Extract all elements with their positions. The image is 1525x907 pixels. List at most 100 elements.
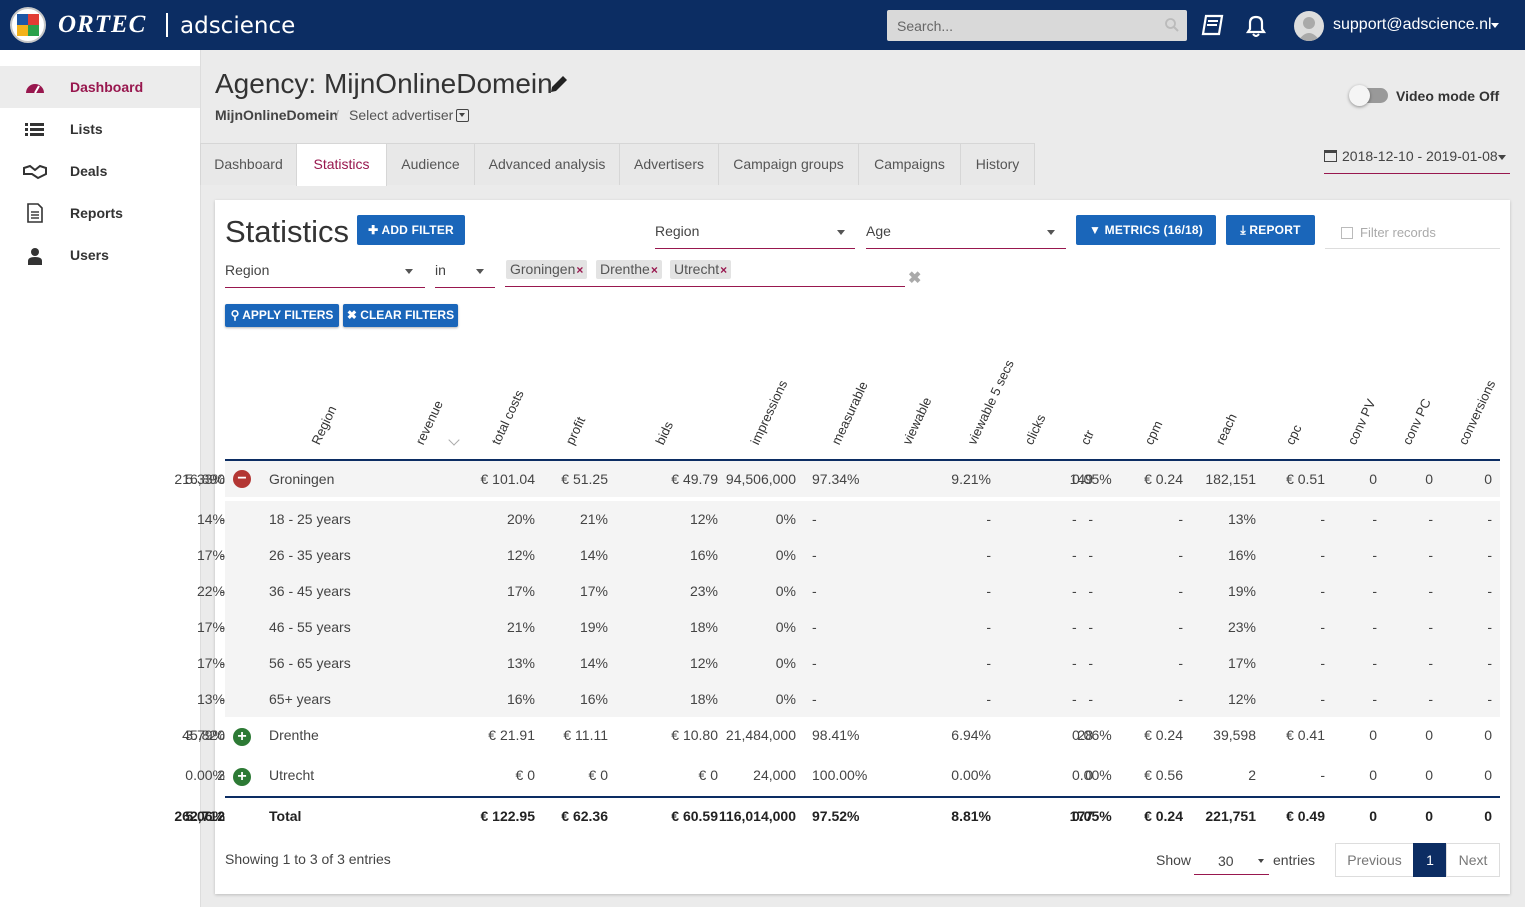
cell-ctr: 0.05% (1072, 471, 1112, 487)
total-row: Total € 122.95 € 62.36 € 60.59 116,014,000 26… (174, 799, 1500, 833)
sidebar-item-label: Dashboard (70, 79, 144, 95)
sidebar-item-users[interactable]: Users (0, 234, 200, 276)
close-icon: ✖ (346, 308, 361, 322)
cell-conv-pc: 0 (1425, 471, 1433, 487)
clear-filter-icon[interactable]: ✖ (908, 268, 921, 288)
remove-tag-icon[interactable]: × (576, 263, 583, 277)
cell-conv-pc: - (1428, 583, 1433, 599)
filter-tag: Drenthe× (596, 260, 662, 279)
ortec-logo[interactable] (10, 7, 46, 43)
product-name: adscience (180, 13, 296, 39)
sidebar-item-deals[interactable]: Deals (0, 150, 200, 192)
cell-cpm: - (1178, 691, 1183, 707)
caret-down-icon (837, 230, 845, 235)
table-row[interactable]: + Drenthe € 21.91 € 11.11 € 10.80 21,484,000 4… (182, 717, 1500, 757)
collapse-row-icon[interactable]: − (233, 470, 251, 488)
filter-records-placeholder: Filter records (1360, 225, 1436, 240)
table-row[interactable]: + Utrecht € 0 € 0 € 0 24,000 2 100.00% 0.00% 0.00… (185, 757, 1500, 797)
sidebar-item-label: Deals (70, 163, 108, 179)
expand-row-icon[interactable]: + (233, 768, 251, 786)
filter-records-input[interactable]: Filter records (1325, 217, 1500, 249)
caret-down-icon[interactable] (1491, 23, 1499, 28)
search-input[interactable] (887, 10, 1187, 41)
table-row: 26 - 35 years 12% 14% 16% 0% 17% - - - - - -16% - - - - (197, 537, 1500, 573)
sidebar-item-reports[interactable]: Reports (0, 192, 200, 234)
caret-down-icon (405, 269, 413, 274)
cell-measurable: 98.41% (812, 727, 860, 743)
cell-revenue: 13% (506, 655, 535, 671)
dropdown-icon[interactable] (456, 109, 469, 122)
remove-tag-icon[interactable]: × (651, 263, 658, 277)
apply-filters-button[interactable]: ⚲ APPLY FILTERS (225, 304, 339, 327)
report-button[interactable]: ⤓ REPORT (1226, 215, 1315, 245)
group-by-select-2[interactable]: Age (866, 215, 1066, 249)
tab-history[interactable]: History (960, 143, 1035, 185)
filter-field-value: Region (225, 262, 270, 278)
cell-cpc: € 0.51 (1286, 471, 1325, 487)
filter-field-select[interactable]: Region (225, 254, 425, 288)
cell-total-costs: 21% (579, 511, 608, 527)
tab-advertisers[interactable]: Advertisers (619, 143, 719, 185)
page-1-button[interactable]: 1 (1413, 843, 1447, 877)
book-icon[interactable] (1201, 14, 1225, 36)
caret-down-icon (1498, 155, 1506, 160)
tab-statistics[interactable]: Statistics (296, 143, 387, 186)
add-filter-button[interactable]: ✚ ADD FILTER (357, 215, 465, 245)
cell-viewable: - (986, 547, 991, 563)
cell-conversions: - (1487, 583, 1492, 599)
tab-dashboard[interactable]: Dashboard (200, 143, 297, 185)
cell-bids: 116,014,000 (718, 808, 796, 824)
cell-conv-pc: - (1428, 655, 1433, 671)
plus-icon: ✚ (368, 223, 382, 237)
cell-conv-pv: - (1372, 619, 1377, 635)
cell-revenue: 12% (506, 547, 535, 563)
breadcrumb-advertiser[interactable]: Select advertiser (349, 107, 453, 123)
cell-total-costs: 14% (579, 547, 608, 563)
table-row: 18 - 25 years 20% 21% 12% 0% 14% - - - - - -13% - - - - (197, 501, 1500, 537)
tab-advanced-analysis[interactable]: Advanced analysis (474, 143, 620, 185)
sidebar-item-lists[interactable]: Lists (0, 108, 200, 150)
metrics-button[interactable]: ▼ METRICS (16/18) (1076, 215, 1216, 245)
next-page-button[interactable]: Next (1446, 843, 1500, 877)
cell-reach: 39,598 (1213, 727, 1256, 743)
pencil-icon[interactable] (549, 74, 569, 94)
previous-page-button[interactable]: Previous (1335, 843, 1414, 877)
sidebar-item-dashboard[interactable]: Dashboard (0, 66, 200, 108)
tab-audience[interactable]: Audience (386, 143, 475, 185)
expand-row-icon[interactable]: + (233, 728, 251, 746)
tab-campaign-groups[interactable]: Campaign groups (718, 143, 859, 185)
date-range-picker[interactable]: 2018-12-10 - 2019-01-08 (1324, 148, 1510, 174)
cell-cpc: - (1320, 619, 1325, 635)
cell-viewable: 0.00% (951, 767, 991, 783)
filter-operator-value: in (435, 262, 446, 278)
cell-viewable: - (986, 619, 991, 635)
clear-filters-button[interactable]: ✖ CLEAR FILTERS (343, 304, 458, 327)
statistics-title: Statistics (225, 214, 350, 249)
tab-campaigns[interactable]: Campaigns (858, 143, 961, 185)
filter-values-input[interactable]: Groningen× Drenthe× Utrecht× (505, 254, 905, 287)
avatar[interactable] (1294, 11, 1324, 41)
cell-cpm: € 0.24 (1144, 471, 1183, 487)
search-icon[interactable] (1164, 17, 1180, 33)
group-by-select-1[interactable]: Region (655, 215, 855, 249)
bell-icon[interactable] (1244, 13, 1268, 39)
remove-tag-icon[interactable]: × (720, 263, 727, 277)
cell-revenue: 17% (506, 583, 535, 599)
table-row[interactable]: − Groningen € 101.04 € 51.25 € 49.79 94,506,0… (174, 461, 1500, 497)
apply-filters-label: APPLY FILTERS (242, 308, 334, 322)
cell-clicks: - (1088, 547, 1093, 563)
cell-revenue: 20% (506, 511, 535, 527)
cell-revenue: 21% (506, 619, 535, 635)
page-size-select[interactable]: 30 (1194, 846, 1269, 875)
cell-bids: 0% (775, 619, 796, 635)
cell-cpc: - (1320, 691, 1325, 707)
breadcrumb-agency[interactable]: MijnOnlineDomein (215, 107, 338, 123)
filter-operator-select[interactable]: in (435, 254, 495, 288)
user-menu[interactable]: support@adscience.nl (1333, 16, 1492, 34)
cell-region: 56 - 65 years (269, 655, 351, 671)
add-filter-label: ADD FILTER (381, 223, 454, 237)
cell-clicks: - (1088, 691, 1093, 707)
table-row: 65+ years 16% 16% 18% 0% 13% - - - - - -12% - - - - (197, 681, 1500, 717)
video-mode-toggle[interactable] (1349, 85, 1388, 106)
cell-conv-pc: 0 (1425, 808, 1433, 824)
